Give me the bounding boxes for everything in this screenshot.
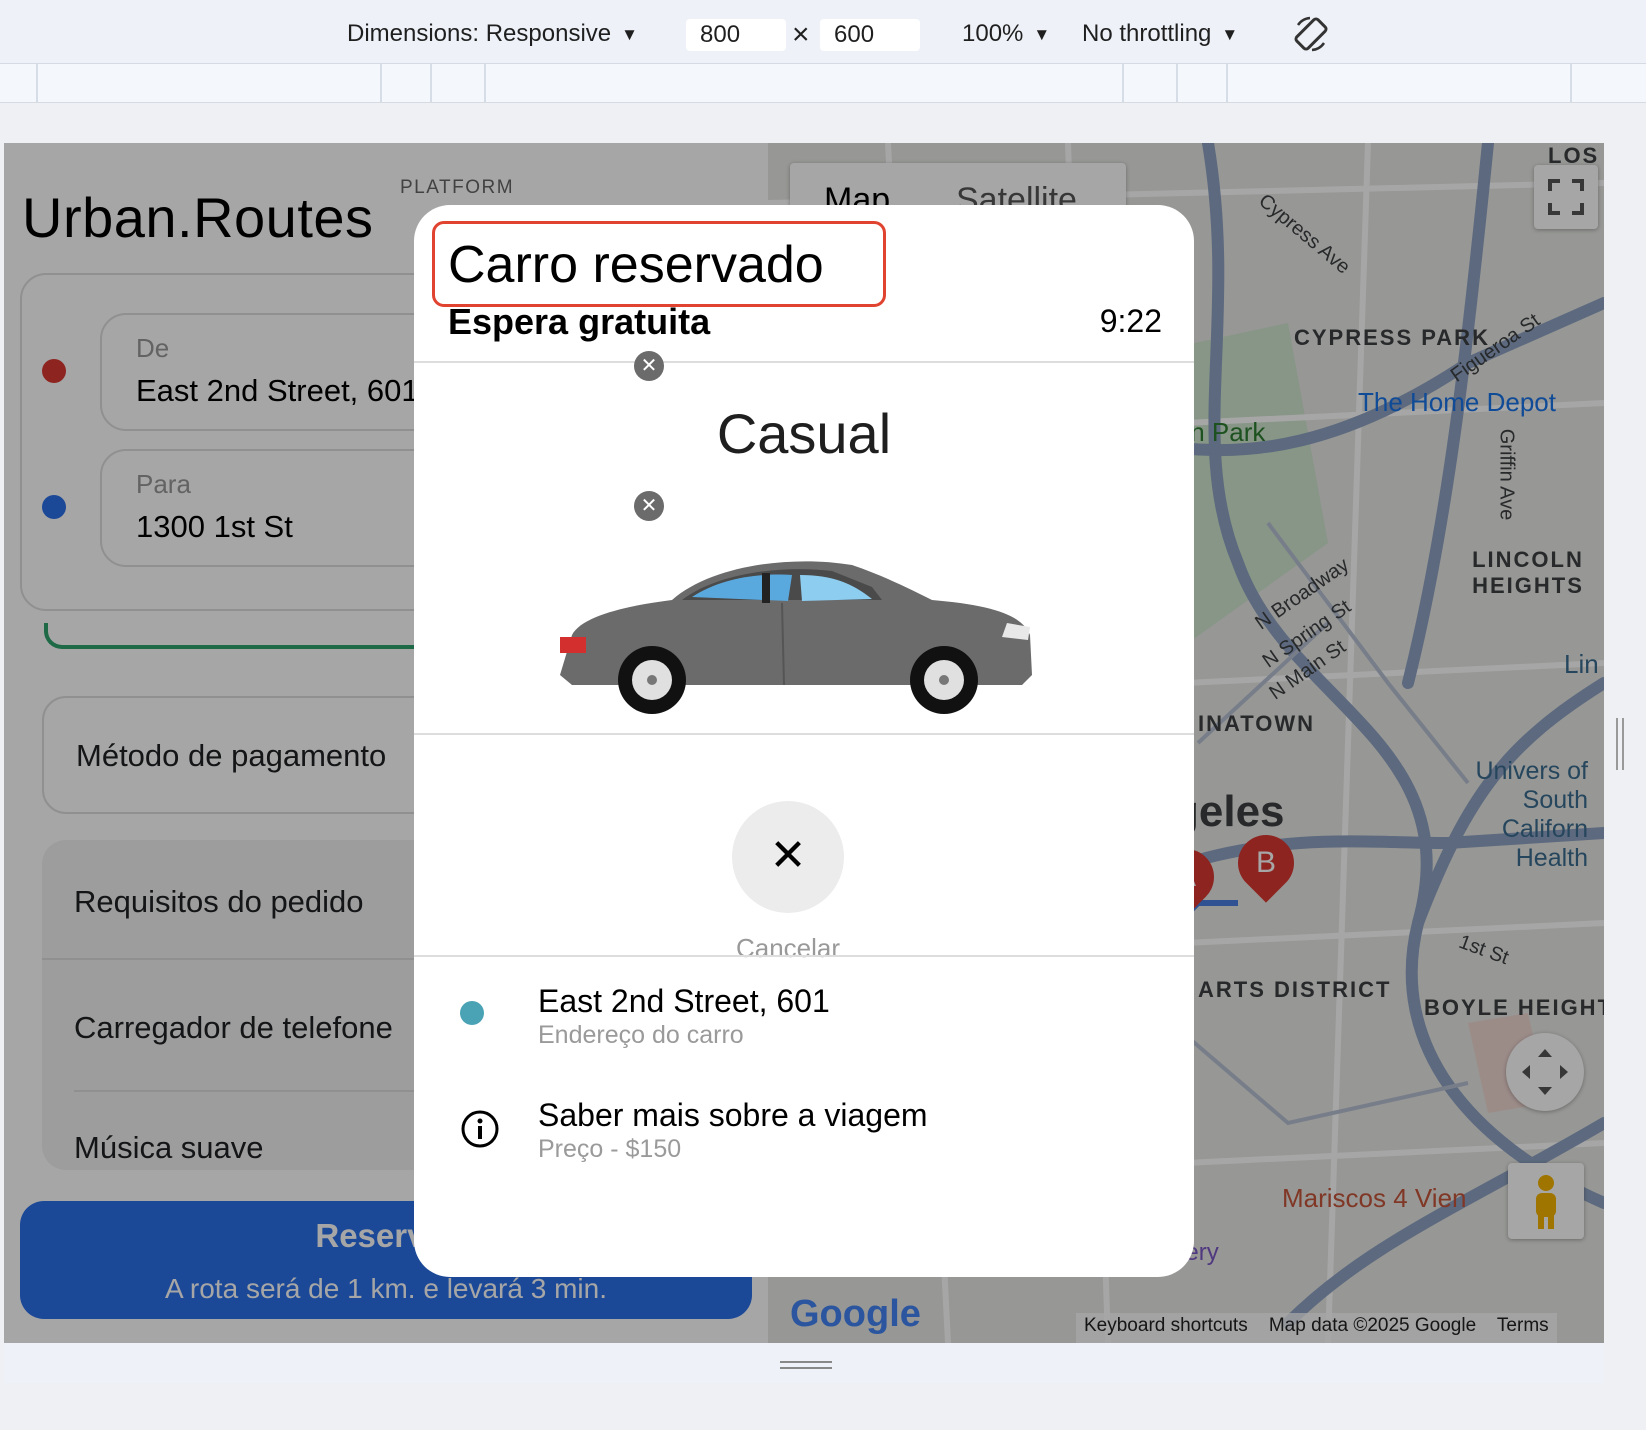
divider <box>414 733 1194 735</box>
cancel-button[interactable]: ✕ <box>732 801 844 913</box>
throttling-dropdown[interactable]: No throttling ▼ <box>1082 20 1238 48</box>
chevron-down-icon: ▼ <box>1221 24 1239 44</box>
modal-title: Carro reservado <box>448 236 824 294</box>
chevron-down-icon: ▼ <box>621 24 638 44</box>
divider <box>414 361 1194 363</box>
device-viewport: Urban.Routes PLATFORM De East 2nd Street… <box>4 143 1604 1343</box>
modal-subtitle: Espera gratuita <box>448 301 711 342</box>
zoom-label: 100% <box>962 20 1024 47</box>
car-address-row[interactable]: East 2nd Street, 601 Endereço do carro <box>414 983 1194 1083</box>
resize-handle-right[interactable] <box>1616 718 1624 770</box>
cancel-label: Cancelar <box>735 933 841 963</box>
close-icon: ✕ <box>769 831 807 880</box>
dimensions-label: Dimensions: Responsive <box>347 20 612 47</box>
zoom-dropdown[interactable]: 100% ▼ <box>962 20 1050 48</box>
car-icon <box>560 561 1032 714</box>
devtools-toolbar: Dimensions: Responsive ▼ 800 × 600 100% ▼ … <box>0 0 1646 64</box>
dimensions-dropdown[interactable]: Dimensions: Responsive ▼ <box>347 20 638 48</box>
trip-price: Preço - $150 <box>538 1135 682 1163</box>
trip-details-row[interactable]: Saber mais sobre a viagem Preço - $150 <box>414 1097 1194 1197</box>
close-badge-icon[interactable]: ✕ <box>634 491 664 521</box>
width-input[interactable]: 800 <box>686 19 786 51</box>
media-query-ruler <box>0 64 1646 103</box>
throttling-label: No throttling <box>1082 20 1212 47</box>
divider <box>414 955 1194 957</box>
close-badge-icon[interactable]: ✕ <box>634 351 664 381</box>
resize-strip <box>4 1343 1604 1383</box>
height-input[interactable]: 600 <box>820 19 920 51</box>
info-icon <box>461 1110 499 1148</box>
chevron-down-icon: ▼ <box>1033 24 1051 44</box>
resize-handle-bottom[interactable] <box>780 1361 832 1369</box>
order-modal: Carro reservado Espera gratuita 9:22 ✕ C… <box>414 205 1194 1277</box>
tariff-name: Casual <box>716 402 892 465</box>
teal-dot-icon <box>460 1001 484 1025</box>
wait-timer: 9:22 <box>1099 303 1162 339</box>
car-address: East 2nd Street, 601 <box>538 983 830 1019</box>
car-address-caption: Endereço do carro <box>538 1021 744 1049</box>
dimension-separator: × <box>792 18 810 51</box>
trip-details-title: Saber mais sobre a viagem <box>538 1097 928 1133</box>
rotate-icon[interactable] <box>1292 15 1330 53</box>
